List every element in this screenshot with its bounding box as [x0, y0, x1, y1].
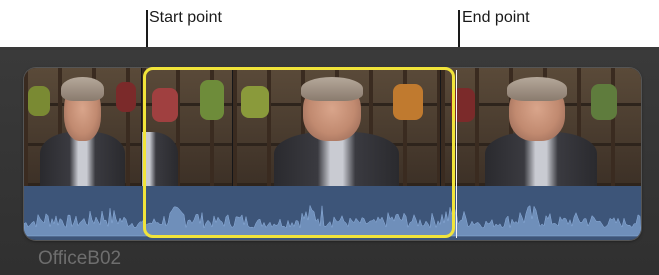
stage: Start point End point OfficeB02 [0, 0, 659, 275]
end-point-marker[interactable] [456, 70, 457, 238]
clip-name: OfficeB02 [38, 248, 122, 269]
range-selection[interactable] [143, 67, 455, 238]
start-point-label: Start point [149, 9, 222, 26]
clip-frame-thumbnail [441, 68, 641, 186]
end-point-label: End point [462, 9, 530, 26]
clip-frame-thumbnail [24, 68, 141, 186]
